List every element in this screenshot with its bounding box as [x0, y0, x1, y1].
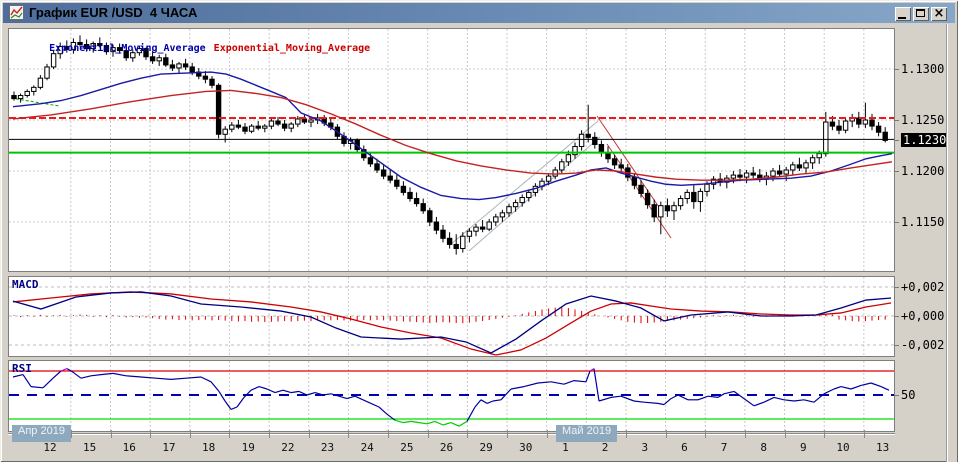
- close-button[interactable]: ×: [931, 7, 947, 21]
- date-label: 18: [202, 441, 215, 454]
- date-label: 1: [562, 441, 569, 454]
- rsi-canvas[interactable]: [9, 361, 894, 431]
- window-controls: ×: [895, 7, 947, 21]
- axis-tick: [895, 140, 899, 141]
- maximize-icon: [916, 9, 925, 17]
- time-axis-tick: [785, 430, 786, 438]
- price-axis-label: 1.1200: [901, 164, 944, 178]
- macd-axis-label: +0,002: [901, 280, 944, 294]
- axis-tick: [895, 316, 899, 317]
- date-label: 25: [400, 441, 413, 454]
- time-axis-tick: [626, 430, 627, 438]
- time-axis-tick: [71, 430, 72, 438]
- date-label: 23: [321, 441, 334, 454]
- maximize-button[interactable]: [913, 7, 929, 21]
- time-axis-tick: [705, 430, 706, 438]
- macd-panel[interactable]: MACD: [8, 276, 895, 357]
- date-label: 29: [480, 441, 493, 454]
- legend-ema-slow: Exponential_Moving_Average: [214, 43, 371, 54]
- month-label-may: Май 2019: [556, 425, 617, 442]
- window-title: График EUR /USD 4 ЧАСА: [29, 5, 197, 20]
- axis-tick: [895, 171, 899, 172]
- axis-tick: [895, 120, 899, 121]
- time-axis-tick: [388, 430, 389, 438]
- time-axis-tick: [190, 430, 191, 438]
- date-label: 3: [641, 441, 648, 454]
- date-label: 7: [721, 441, 728, 454]
- rsi-label: RSI: [12, 362, 32, 375]
- date-label: 19: [242, 441, 255, 454]
- macd-axis-label: -0,002: [901, 338, 944, 352]
- macd-axis-label: +0,000: [901, 309, 944, 323]
- legend-ema-fast: Exponential_Moving_Average: [49, 43, 206, 54]
- indicator-legend: Exponential_Moving_Average Exponential_Mo…: [13, 32, 370, 65]
- rsi-axis-label: 50: [901, 388, 915, 402]
- price-axis-label: 1.1250: [901, 113, 944, 127]
- time-axis-tick: [547, 430, 548, 438]
- date-label: 12: [43, 441, 56, 454]
- time-axis-tick: [269, 430, 270, 438]
- macd-label: MACD: [12, 278, 39, 291]
- price-axis-label: 1.1230: [901, 133, 948, 147]
- time-axis-tick: [229, 430, 230, 438]
- close-icon: ×: [931, 6, 947, 21]
- date-label: 8: [760, 441, 767, 454]
- axis-tick: [895, 287, 899, 288]
- time-axis-tick: [150, 430, 151, 438]
- axis-tick: [895, 69, 899, 70]
- date-label: 26: [440, 441, 453, 454]
- time-axis-tick: [745, 430, 746, 438]
- date-label: 24: [361, 441, 374, 454]
- time-axis-tick: [428, 430, 429, 438]
- date-label: 2: [602, 441, 609, 454]
- minimize-button[interactable]: [895, 7, 911, 21]
- title-bar[interactable]: График EUR /USD 4 ЧАСА ×: [3, 3, 955, 23]
- rsi-panel[interactable]: RSI: [8, 360, 895, 432]
- date-label: 16: [123, 441, 136, 454]
- date-label: 15: [83, 441, 96, 454]
- date-label: 22: [281, 441, 294, 454]
- date-label: 30: [519, 441, 532, 454]
- date-label: 17: [162, 441, 175, 454]
- axis-tick: [895, 395, 899, 396]
- time-axis-line: [8, 433, 895, 435]
- price-axis-label: 1.1150: [901, 215, 944, 229]
- window-right-border[interactable]: [946, 24, 957, 462]
- minimize-icon: [898, 17, 906, 19]
- time-axis-tick: [467, 430, 468, 438]
- price-axis-label: 1.1300: [901, 62, 944, 76]
- time-axis-tick: [309, 430, 310, 438]
- chart-window: График EUR /USD 4 ЧАСА × Exponential_Mov…: [0, 0, 958, 462]
- price-chart-canvas[interactable]: [9, 29, 894, 271]
- time-axis-tick: [507, 430, 508, 438]
- date-label: 10: [836, 441, 849, 454]
- macd-canvas[interactable]: [9, 277, 894, 356]
- chart-app-icon: [9, 5, 24, 20]
- month-label-april: Апр 2019: [12, 425, 71, 442]
- time-axis-tick: [824, 430, 825, 438]
- axis-tick: [895, 345, 899, 346]
- date-label: 13: [876, 441, 889, 454]
- axis-tick: [895, 222, 899, 223]
- date-label: 9: [800, 441, 807, 454]
- time-axis-tick: [111, 430, 112, 438]
- time-axis-tick: [348, 430, 349, 438]
- date-label: 6: [681, 441, 688, 454]
- price-chart-panel[interactable]: Exponential_Moving_Average Exponential_Mo…: [8, 28, 895, 272]
- time-axis-tick: [864, 430, 865, 438]
- time-axis-tick: [666, 430, 667, 438]
